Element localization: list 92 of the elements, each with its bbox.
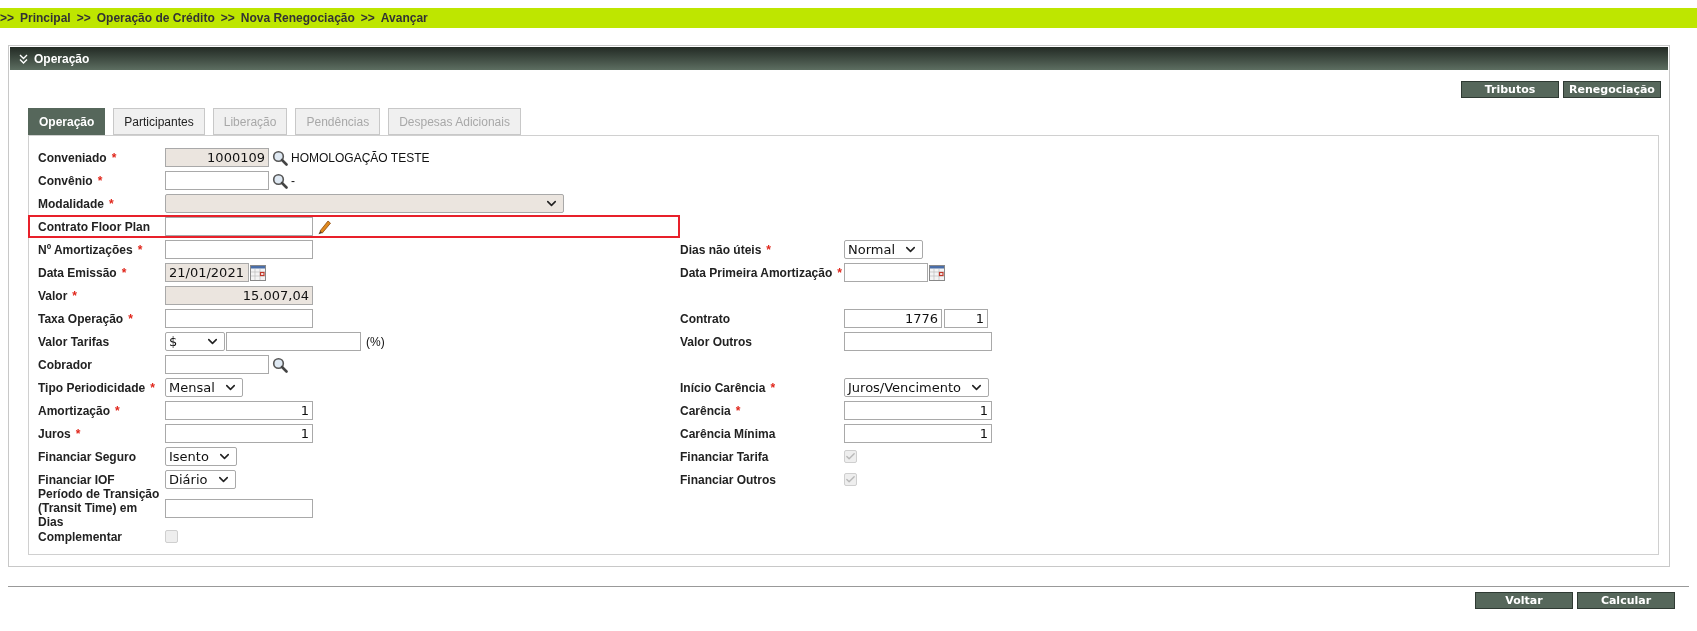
required-marker: *: [97, 173, 103, 188]
field-label: Financiar Tarifa: [680, 449, 769, 464]
collapse-icon[interactable]: [19, 53, 28, 64]
action-button[interactable]: Voltar: [1475, 592, 1573, 609]
breadcrumb-separator: >>: [0, 10, 14, 27]
panel-title: Operação: [34, 50, 90, 68]
calendar-icon[interactable]: [250, 264, 266, 281]
text-field[interactable]: [226, 332, 361, 351]
required-marker: *: [121, 265, 127, 280]
action-button[interactable]: Renegociação: [1563, 81, 1661, 98]
required-marker: *: [75, 426, 81, 441]
required-marker: *: [150, 380, 155, 395]
field-label: Juros: [38, 426, 71, 441]
dropdown-field[interactable]: Diário: [165, 470, 236, 489]
required-marker: *: [137, 242, 143, 257]
check-icon: [845, 451, 856, 462]
field-label: Complementar: [38, 529, 123, 544]
search-icon[interactable]: [272, 356, 288, 373]
required-marker: *: [735, 403, 741, 418]
required-marker: *: [766, 242, 772, 257]
breadcrumb-link[interactable]: Avançar: [380, 9, 428, 27]
check-icon: [845, 474, 856, 485]
field-label: Dias não úteis: [680, 242, 762, 257]
required-marker: *: [770, 380, 776, 395]
field-label: Taxa Operação: [38, 311, 124, 326]
field-label: Data Emissão: [38, 265, 117, 280]
breadcrumb-link[interactable]: Operação de Crédito: [96, 9, 215, 27]
field-label: Período de Transição (Transit Time) em Dias: [38, 487, 161, 529]
field-label: Conveniado: [38, 150, 107, 165]
field-label: Financiar Seguro: [38, 449, 137, 464]
field-label: Carência: [680, 403, 731, 418]
action-button[interactable]: Tributos: [1461, 81, 1559, 98]
field-label: Modalidade: [38, 196, 104, 211]
required-marker: *: [111, 150, 117, 165]
breadcrumb-separator: >>: [360, 10, 375, 27]
text-field[interactable]: 1000109: [165, 148, 269, 167]
required-marker: *: [72, 288, 78, 303]
tab[interactable]: Operação: [28, 108, 106, 135]
pencil-icon[interactable]: [316, 218, 332, 235]
text-field[interactable]: 21/01/2021: [165, 263, 249, 282]
dropdown-field[interactable]: $: [165, 332, 225, 351]
field-label: Contrato Floor Plan: [38, 219, 150, 234]
field-label: Tipo Periodicidade: [38, 380, 146, 395]
calendar-icon[interactable]: [929, 264, 945, 281]
dropdown-field[interactable]: Isento: [165, 447, 237, 466]
text-field[interactable]: [165, 171, 269, 190]
field-label: Convênio: [38, 173, 93, 188]
field-label: Nº Amortizações: [38, 242, 133, 257]
search-icon[interactable]: [272, 149, 288, 166]
text-field[interactable]: 1: [844, 401, 992, 420]
required-marker: *: [837, 265, 842, 280]
breadcrumb-link[interactable]: Nova Renegociação: [240, 9, 355, 27]
text-field[interactable]: 15.007,04: [165, 286, 313, 305]
dropdown-field[interactable]: Normal: [844, 240, 924, 259]
text-field[interactable]: [844, 332, 992, 351]
field-label: Financiar IOF: [38, 472, 115, 487]
field-label: Contrato: [680, 311, 730, 326]
field-label: Financiar Outros: [680, 472, 777, 487]
text-field[interactable]: [844, 263, 928, 282]
required-marker: *: [115, 403, 120, 418]
dropdown-field[interactable]: Mensal: [165, 378, 243, 397]
text-field[interactable]: 1776: [844, 309, 942, 328]
description-text: HOMOLOGAÇÃO TESTE: [291, 149, 430, 167]
breadcrumb-link[interactable]: Principal: [20, 9, 71, 27]
description-text: -: [291, 172, 295, 190]
field-label: Valor Tarifas: [38, 334, 110, 349]
required-marker: *: [109, 196, 114, 211]
breadcrumb-separator: >>: [220, 10, 235, 27]
field-label: Amortização: [38, 403, 111, 418]
text-field[interactable]: [165, 309, 313, 328]
field-label: Início Carência: [680, 380, 766, 395]
text-field[interactable]: 1: [944, 309, 988, 328]
search-icon[interactable]: [272, 172, 288, 189]
required-marker: *: [128, 311, 133, 326]
dropdown-field[interactable]: [165, 194, 564, 213]
text-field[interactable]: 1: [165, 424, 313, 443]
field-label: Valor Outros: [680, 334, 753, 349]
percent-suffix: (%): [366, 333, 385, 351]
text-field[interactable]: [165, 498, 313, 518]
tab[interactable]: Participantes: [113, 108, 205, 135]
field-label: Carência Mínima: [680, 426, 776, 441]
text-field[interactable]: 1: [844, 424, 992, 443]
text-field[interactable]: [165, 355, 269, 374]
field-label: Data Primeira Amortização: [680, 265, 833, 280]
breadcrumb-separator: >>: [76, 10, 91, 27]
field-label: Cobrador: [38, 357, 92, 372]
text-field[interactable]: [165, 240, 313, 259]
action-button[interactable]: Calcular: [1577, 592, 1675, 609]
dropdown-field[interactable]: Juros/Vencimento: [844, 378, 990, 397]
field-label: Valor: [38, 288, 68, 303]
text-field[interactable]: [165, 217, 313, 236]
text-field[interactable]: 1: [165, 401, 313, 420]
